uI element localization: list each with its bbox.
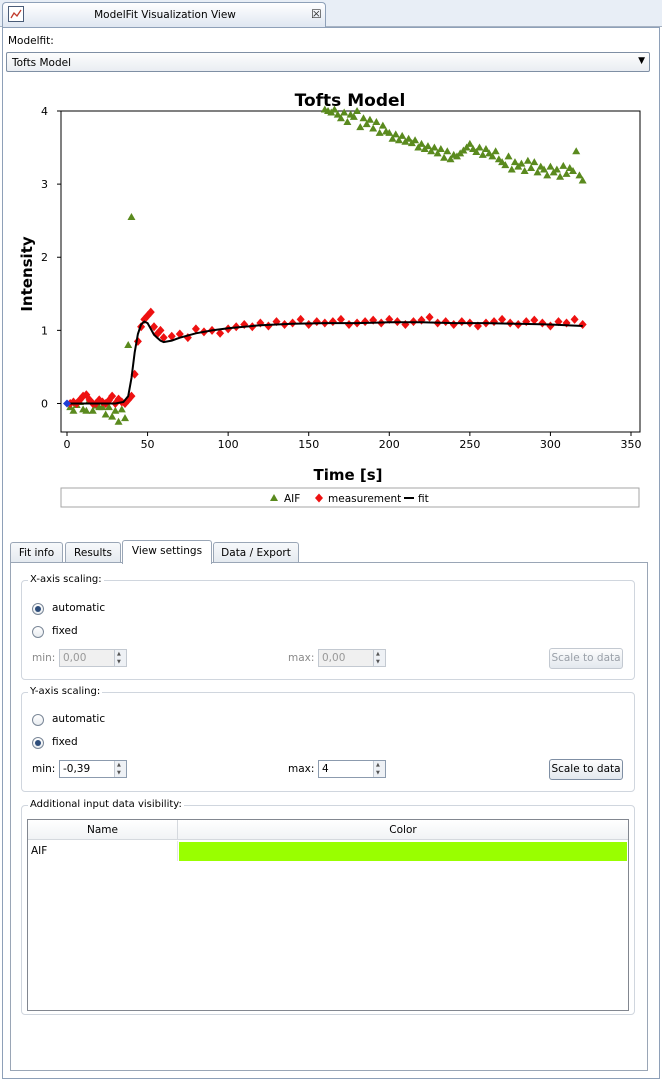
x-axis-label: Time [s] (313, 466, 382, 484)
y-max-label: max: (288, 763, 315, 775)
y-tick-label: 2 (41, 251, 48, 264)
view-title: ModelFit Visualization View (94, 9, 236, 21)
y-min-stepper-icon[interactable]: ▲ ▼ (114, 761, 126, 777)
modelfit-label: Modelfit: (8, 35, 54, 47)
tofts-chart: Tofts Model 0 50 100 150 200 250 300 350 0 1 2 3 4 T… (18, 91, 642, 508)
y-min-label: min: (32, 763, 56, 775)
x-scale-to-data-button[interactable]: Scale to data (549, 648, 623, 669)
x-min-value: 0,00 (63, 652, 87, 664)
y-tick-label: 3 (41, 178, 48, 191)
tab-view-settings[interactable]: View settings (122, 540, 212, 564)
visibility-table: Name Color AIF (27, 819, 629, 1011)
x-tick-label: 50 (141, 438, 155, 451)
y-max-stepper-icon[interactable]: ▲ ▼ (373, 761, 385, 777)
y-automatic-radio[interactable] (32, 714, 44, 726)
modelfit-dropdown-value: Tofts Model (12, 57, 72, 69)
modelfit-dropdown[interactable]: Tofts Model ▼ (6, 52, 650, 72)
table-row-color-swatch[interactable] (179, 842, 627, 861)
x-tick-label: 250 (459, 438, 480, 451)
x-automatic-label: automatic (52, 602, 106, 614)
x-max-label: max: (288, 652, 315, 664)
y-tick-label: 4 (41, 105, 48, 118)
x-automatic-radio[interactable] (32, 603, 44, 615)
tab-data-export[interactable]: Data / Export (213, 542, 299, 563)
y-tick-label: 0 (41, 397, 48, 410)
y-scale-to-data-button[interactable]: Scale to data (549, 759, 623, 780)
x-fixed-label: fixed (52, 625, 78, 637)
y-min-spinbox[interactable]: -0,39 ▲ ▼ (59, 760, 127, 778)
legend-aif-label: AIF (284, 493, 300, 505)
x-tick-label: 200 (379, 438, 400, 451)
view-settings-panel: X-axis scaling: automatic fixed min: 0,0… (10, 562, 648, 1071)
column-header-name[interactable]: Name (28, 820, 178, 840)
tab-results[interactable]: Results (65, 542, 121, 563)
column-header-color[interactable]: Color (178, 820, 628, 840)
legend-measurement-label: measurement (328, 493, 401, 505)
y-automatic-label: automatic (52, 713, 106, 725)
x-max-spinbox[interactable]: 0,00 ▲ ▼ (318, 649, 386, 667)
x-max-stepper-icon[interactable]: ▲ ▼ (373, 650, 385, 666)
x-min-label: min: (32, 652, 56, 664)
x-tick-label: 0 (64, 438, 71, 451)
legend-fit-label: fit (418, 493, 429, 505)
x-tick-label: 100 (218, 438, 239, 451)
x-tick-label: 350 (621, 438, 642, 451)
close-icon[interactable]: ☒ (311, 7, 322, 21)
input-visibility-group: Additional input data visibility: Name C… (21, 799, 635, 1015)
chart-title: Tofts Model (295, 91, 406, 111)
x-axis-scaling-title: X-axis scaling: (28, 574, 104, 585)
view-tab[interactable]: ModelFit Visualization View ☒ (2, 2, 326, 27)
y-max-value: 4 (322, 763, 329, 775)
x-min-spinbox[interactable]: 0,00 ▲ ▼ (59, 649, 127, 667)
y-tick-label: 1 (41, 324, 48, 337)
tab-fit-info[interactable]: Fit info (10, 542, 63, 563)
table-row-name[interactable]: AIF (28, 841, 178, 861)
input-visibility-title: Additional input data visibility: (28, 799, 184, 810)
y-axis-scaling-group: Y-axis scaling: automatic fixed min: -0,… (21, 686, 635, 792)
chevron-down-icon: ▼ (638, 56, 645, 66)
x-min-stepper-icon[interactable]: ▲ ▼ (114, 650, 126, 666)
y-axis-scaling-title: Y-axis scaling: (28, 686, 103, 697)
plot-area (60, 110, 641, 433)
x-max-value: 0,00 (322, 652, 346, 664)
y-axis-label: Intensity (18, 236, 36, 312)
view-tab-bar: ModelFit Visualization View ☒ (0, 0, 662, 27)
y-max-spinbox[interactable]: 4 ▲ ▼ (318, 760, 386, 778)
y-fixed-label: fixed (52, 736, 78, 748)
y-min-value: -0,39 (63, 763, 91, 775)
y-fixed-radio[interactable] (32, 737, 44, 749)
x-axis-scaling-group: X-axis scaling: automatic fixed min: 0,0… (21, 574, 635, 680)
x-fixed-radio[interactable] (32, 626, 44, 638)
x-tick-label: 300 (540, 438, 561, 451)
x-tick-label: 150 (298, 438, 319, 451)
